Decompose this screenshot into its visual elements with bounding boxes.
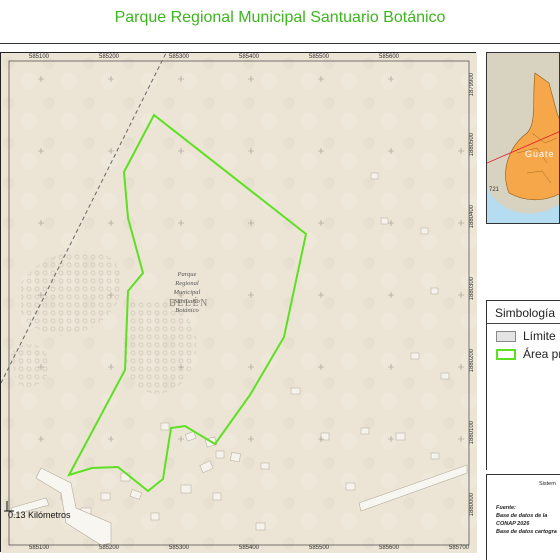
y-coord-label: 1880000 <box>469 493 475 517</box>
map-title: Parque Regional Municipal Santuario Botá… <box>114 9 446 26</box>
y-coord-label: 1880500 <box>469 133 475 157</box>
legend-title: Simbología <box>495 306 556 320</box>
park-label: Parque Regional Municipal Santuario Botá… <box>157 270 217 315</box>
x-coord-label: 585500 <box>309 54 330 60</box>
x-coord-label: 585400 <box>239 54 260 60</box>
legend: Simbología Límite Área pr <box>486 300 560 470</box>
x-coord-label-bottom: 585500 <box>309 545 330 551</box>
legend-swatch-area <box>496 349 516 360</box>
x-coord-label-bottom: 585700 <box>449 545 470 551</box>
info-line: Base de datos de la <box>496 513 548 519</box>
info-source-label: Fuente: <box>496 505 516 511</box>
info-line: CONAP 2026 <box>496 521 530 527</box>
park-label-line: Botánico <box>175 307 199 314</box>
locator-inset-map[interactable]: Guate 721 <box>486 52 560 224</box>
park-label-line: Municipal <box>173 289 201 296</box>
x-coord-label-bottom: 585300 <box>169 545 190 551</box>
x-coord-label: 585100 <box>29 54 50 60</box>
park-label-line: Santuario <box>174 298 200 305</box>
scale-label: 0.13 Kilómetros <box>8 510 71 520</box>
legend-label-limit: Límite <box>523 329 556 343</box>
inset-label: Guate <box>525 149 555 159</box>
x-coord-label: 585200 <box>99 54 120 60</box>
inset-number: 721 <box>489 187 500 193</box>
y-coord-label: 1879900 <box>469 73 475 97</box>
main-map[interactable]: BELÉN Parque Regional Municipal Santuari… <box>0 52 477 553</box>
legend-swatch-limit <box>496 331 516 342</box>
y-coord-label: 1880200 <box>469 349 475 373</box>
info-heading: Sistem <box>539 481 556 487</box>
x-coord-label-bottom: 585400 <box>239 545 260 551</box>
title-bar: Parque Regional Municipal Santuario Botá… <box>0 0 560 44</box>
x-coord-label: 585600 <box>379 54 400 60</box>
info-panel: Sistem Fuente: Base de datos de la CONAP… <box>486 474 560 560</box>
map-canvas[interactable]: BELÉN <box>1 53 477 553</box>
legend-divider <box>487 323 560 324</box>
x-coord-label-bottom: 585100 <box>29 545 50 551</box>
x-coord-label-bottom: 585600 <box>379 545 400 551</box>
legend-label-area: Área pr <box>523 347 560 361</box>
y-coord-label: 1880400 <box>469 205 475 229</box>
x-coord-label: 585300 <box>169 54 190 60</box>
y-coord-label: 1880300 <box>469 277 475 301</box>
y-coord-label: 1880100 <box>469 421 475 445</box>
x-coord-label-bottom: 585200 <box>99 545 120 551</box>
inset-canvas: Guate 721 <box>487 53 559 223</box>
park-label-line: Parque <box>177 271 197 278</box>
scale-bar <box>4 500 14 512</box>
info-line: Base de datos cartogra <box>496 529 557 535</box>
title-divider <box>0 43 560 44</box>
park-label-line: Regional <box>175 280 199 287</box>
